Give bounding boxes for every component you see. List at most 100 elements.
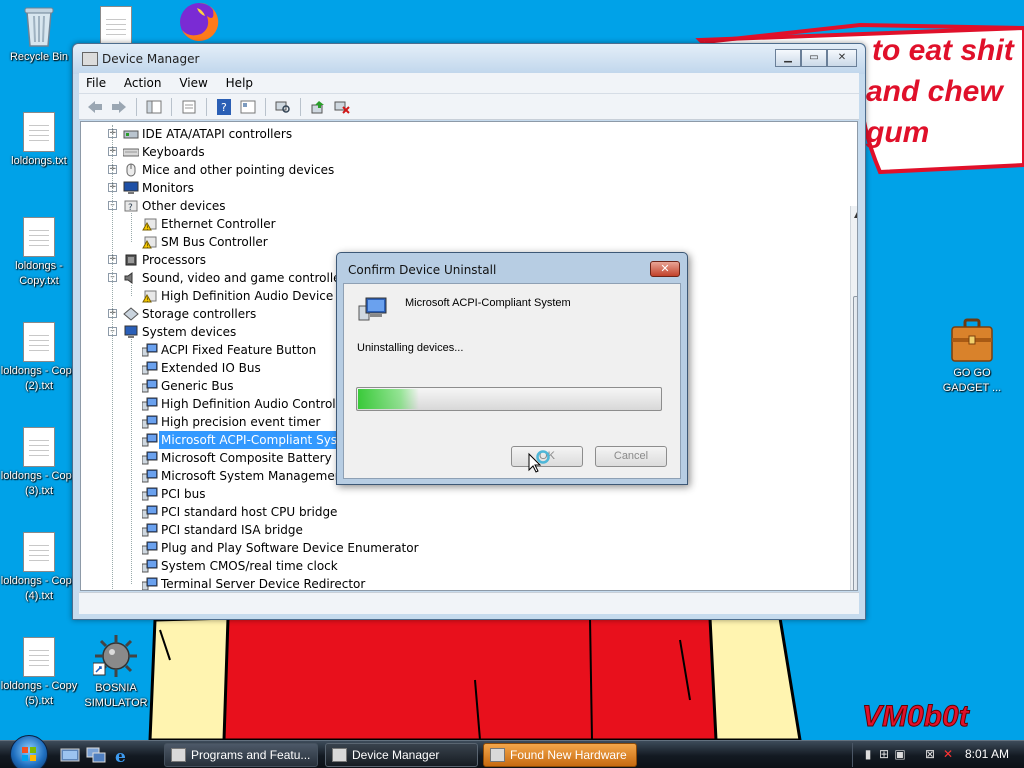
tray-network-disconnected-icon[interactable]: ⊠ bbox=[923, 747, 937, 761]
taskbar-button-programs[interactable]: Programs and Featu... bbox=[164, 743, 318, 767]
menu-help[interactable]: Help bbox=[219, 73, 260, 93]
menu-view[interactable]: View bbox=[172, 73, 214, 93]
desktop-icon-loldongs[interactable]: loldongs.txt bbox=[0, 112, 78, 169]
taskbar-button-device-manager[interactable]: Device Manager bbox=[325, 743, 478, 767]
wallpaper-signature: VM0b0t bbox=[862, 700, 970, 734]
tree-item-label: ACPI Fixed Feature Button bbox=[161, 343, 317, 357]
text-file-icon bbox=[23, 322, 55, 362]
desktop-icon-recycle-bin[interactable]: Recycle Bin bbox=[0, 4, 78, 65]
desktop-icon-label: loldongs - Copy (5).txt bbox=[0, 680, 78, 707]
device-manager-titlebar[interactable]: Device Manager ▁ ▭ ✕ bbox=[73, 44, 865, 74]
desktop-icon-loldongs-copy-2[interactable]: loldongs - Copy (2).txt bbox=[0, 322, 78, 394]
processor-icon bbox=[123, 253, 139, 267]
tree-connector-line bbox=[112, 125, 113, 590]
tray-volume-muted-icon[interactable]: ✕ bbox=[941, 747, 955, 761]
toolbar-separator bbox=[136, 97, 137, 116]
desktop-icon-label: Recycle Bin bbox=[9, 51, 69, 63]
windows-logo-icon bbox=[22, 747, 36, 761]
toolbar-separator bbox=[265, 97, 266, 116]
menu-action[interactable]: Action bbox=[117, 73, 169, 93]
system-device-icon bbox=[141, 577, 158, 590]
confirm-uninstall-dialog: Confirm Device Uninstall ✕ Microsoft ACP… bbox=[336, 252, 688, 485]
taskbar-button-label: Device Manager bbox=[352, 748, 440, 762]
desktop-icon-label: loldongs - Copy (3).txt bbox=[0, 470, 78, 497]
tree-item-label: Other devices bbox=[142, 199, 226, 213]
storage-icon bbox=[123, 307, 139, 321]
tree-scrollbar[interactable]: ▲ ▼ bbox=[850, 206, 857, 590]
svg-text:?: ? bbox=[221, 101, 227, 114]
progress-fill bbox=[358, 389, 419, 409]
desktop-icon-firefox[interactable] bbox=[160, 0, 238, 46]
minimize-button[interactable]: ▁ bbox=[775, 49, 801, 67]
warning-device-icon: ! bbox=[142, 289, 158, 304]
cancel-button[interactable]: Cancel bbox=[595, 446, 667, 467]
tree-item-label: System devices bbox=[142, 325, 237, 339]
system-device-icon bbox=[141, 487, 158, 501]
monitor-icon bbox=[123, 181, 139, 195]
desktop-icon-text-file-top[interactable] bbox=[77, 6, 155, 48]
text-file-icon bbox=[23, 532, 55, 572]
switch-windows-icon[interactable] bbox=[86, 746, 106, 764]
system-device-icon bbox=[141, 559, 158, 573]
scrollbar-thumb[interactable] bbox=[853, 296, 857, 590]
scroll-up-icon[interactable]: ▲ bbox=[854, 210, 857, 219]
status-bar bbox=[79, 592, 859, 614]
desktop-icon-loldongs-copy-3[interactable]: loldongs - Copy (3).txt bbox=[0, 427, 78, 499]
uninstall-icon[interactable] bbox=[332, 98, 352, 116]
taskbar-button-found-new-hardware[interactable]: Found New Hardware bbox=[483, 743, 637, 767]
show-hidden-icon[interactable] bbox=[238, 98, 258, 116]
menu-bar: File Action View Help bbox=[79, 73, 859, 94]
desktop-icon-loldongs-copy-4[interactable]: loldongs - Copy (4).txt bbox=[0, 532, 78, 604]
console-tree-icon[interactable] bbox=[144, 98, 164, 116]
properties-icon[interactable] bbox=[179, 98, 199, 116]
menu-file[interactable]: File bbox=[79, 73, 113, 93]
system-device-icon bbox=[141, 469, 158, 483]
tree-connector-line bbox=[131, 213, 132, 242]
tree-item-label: Keyboards bbox=[142, 145, 205, 159]
toolbar-separator bbox=[171, 97, 172, 116]
tree-item-label: Ethernet Controller bbox=[161, 217, 276, 231]
dialog-title: Confirm Device Uninstall bbox=[348, 263, 497, 277]
taskbar: e Programs and Featu... Device Manager F… bbox=[0, 735, 1024, 768]
desktop-icon-loldongs-copy-5[interactable]: loldongs - Copy (5).txt bbox=[0, 637, 78, 709]
wallpaper-text-line2: and chew bbox=[866, 75, 1003, 108]
toolbar: ? bbox=[79, 94, 859, 120]
desktop-icon-go-go-gadget[interactable]: GO GO GADGET ... bbox=[933, 318, 1011, 396]
desktop-icon-label: GO GO GADGET ... bbox=[942, 367, 1002, 394]
dialog-device-name: Microsoft ACPI-Compliant System bbox=[405, 297, 571, 309]
speaker-icon bbox=[123, 271, 139, 285]
tray-safely-remove-icon[interactable]: ▣ bbox=[893, 747, 907, 761]
close-icon: ✕ bbox=[660, 262, 670, 275]
tree-item-label: PCI standard ISA bridge bbox=[161, 523, 303, 537]
internet-explorer-icon[interactable]: e bbox=[112, 746, 132, 764]
tree-item-label: High precision event timer bbox=[161, 415, 321, 429]
close-button[interactable]: ✕ bbox=[827, 49, 857, 67]
tray-device-icon[interactable]: ▮ bbox=[861, 747, 875, 761]
quick-launch-bar: e bbox=[60, 746, 132, 764]
scan-hardware-icon[interactable] bbox=[273, 98, 293, 116]
system-tray: ▮ ⊞ ▣ ⊠ ✕ 8:01 AM bbox=[852, 743, 1024, 767]
svg-text:e: e bbox=[115, 747, 126, 764]
tree-item-label: PCI standard host CPU bridge bbox=[161, 505, 338, 519]
start-button[interactable] bbox=[10, 735, 48, 768]
programs-features-icon bbox=[171, 748, 186, 762]
desktop-icon-bosnia-simulator[interactable]: BOSNIA SIMULATOR bbox=[77, 633, 155, 711]
computer-icon bbox=[123, 325, 139, 339]
dialog-close-button[interactable]: ✕ bbox=[650, 261, 680, 277]
update-driver-icon[interactable] bbox=[308, 98, 328, 116]
uninstall-progress-bar bbox=[356, 387, 662, 411]
back-arrow-icon[interactable] bbox=[85, 98, 105, 116]
taskbar-clock[interactable]: 8:01 AM bbox=[965, 747, 1009, 761]
unknown-device-icon: ? bbox=[123, 199, 139, 213]
wallpaper-text-line3: gum bbox=[866, 116, 930, 149]
mouse-icon bbox=[123, 163, 139, 177]
maximize-button[interactable]: ▭ bbox=[801, 49, 827, 67]
show-desktop-icon[interactable] bbox=[60, 746, 80, 764]
desktop-icon-loldongs-copy[interactable]: loldongs - Copy.txt bbox=[0, 217, 78, 289]
tray-network-icon[interactable]: ⊞ bbox=[877, 747, 891, 761]
help-icon[interactable]: ? bbox=[214, 98, 234, 116]
recycle-bin-icon bbox=[24, 7, 54, 47]
forward-arrow-icon[interactable] bbox=[109, 98, 129, 116]
window-controls: ▁ ▭ ✕ bbox=[775, 49, 857, 67]
warning-device-icon: ! bbox=[142, 217, 158, 232]
